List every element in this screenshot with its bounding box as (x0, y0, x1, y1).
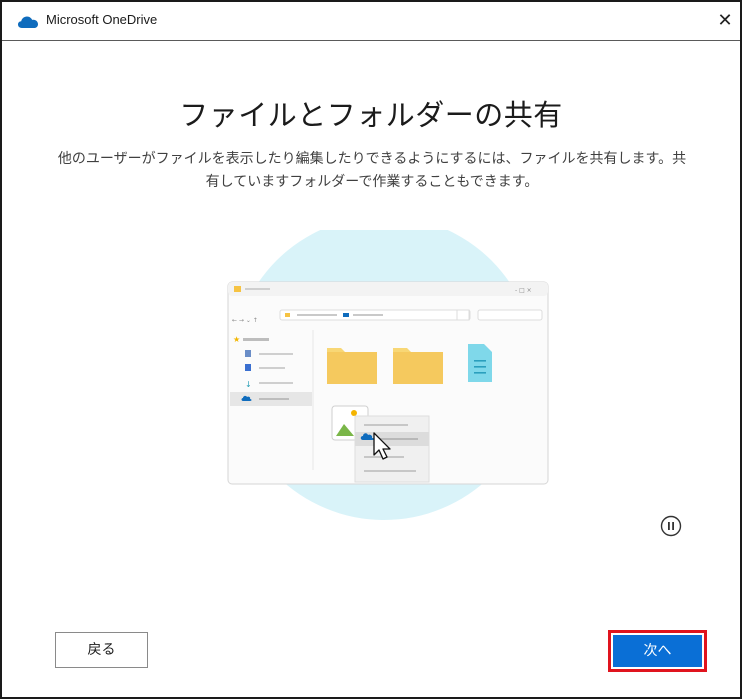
onedrive-setup-window: Microsoft OneDrive ✕ ファイルとフォルダーの共有 他のユーザ… (0, 0, 742, 699)
close-icon: ✕ (717, 10, 733, 31)
explorer-window-image: - □ × ← → ⌄ ↑ ★ ↓ (227, 281, 549, 485)
svg-text:★: ★ (233, 335, 240, 344)
svg-text:↓: ↓ (245, 380, 252, 389)
close-button[interactable]: ✕ (712, 8, 738, 34)
title-divider (2, 40, 740, 41)
onedrive-cloud-icon (17, 14, 39, 33)
page-description: 他のユーザーがファイルを表示したり編集したりできるようにするには、ファイルを共有… (57, 151, 687, 190)
page-title: ファイルとフォルダーの共有 (179, 98, 563, 132)
pause-icon (660, 515, 682, 537)
next-button[interactable]: 次へ (613, 635, 702, 667)
svg-text:← → ⌄ ↑: ← → ⌄ ↑ (232, 317, 258, 324)
svg-text:- □ ×: - □ × (515, 287, 532, 294)
back-button[interactable]: 戻る (55, 632, 148, 668)
title-bar: Microsoft OneDrive ✕ (2, 2, 740, 38)
window-title: Microsoft OneDrive (46, 12, 158, 27)
next-button-highlight: 次へ (608, 630, 707, 672)
sharing-illustration: - □ × ← → ⌄ ↑ ★ ↓ (212, 216, 562, 534)
pause-button[interactable] (660, 515, 682, 537)
